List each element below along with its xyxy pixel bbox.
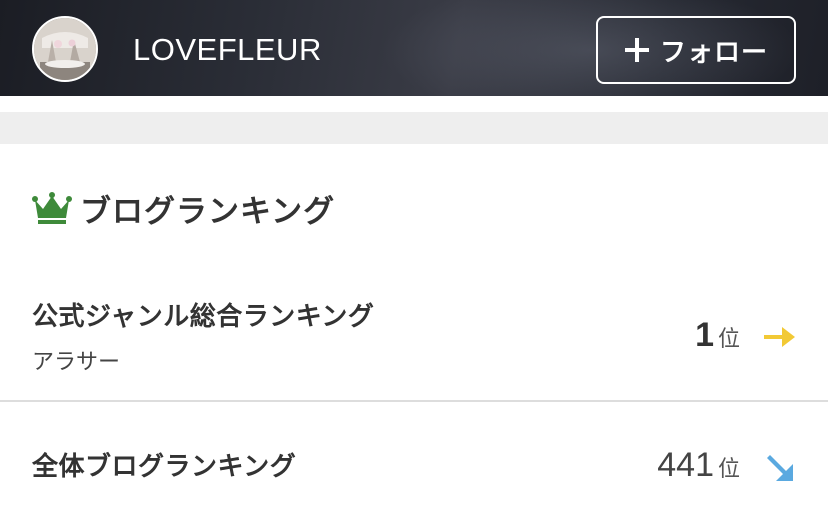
ranking-row-overall[interactable]: 全体ブログランキング 441 位 (0, 402, 828, 532)
ranking-row-genre[interactable]: 公式ジャンル総合ランキング アラサー 1 位 (0, 268, 828, 402)
rank-number: 441 (657, 446, 714, 484)
ranking-row-label: 公式ジャンル総合ランキング (32, 302, 375, 332)
arrow-down-right-icon (767, 455, 793, 481)
rank-number: 1 (695, 316, 714, 354)
section-divider (0, 112, 828, 144)
ranking-row-genre-name: アラサー (32, 350, 121, 375)
rank-value: 441 位 (657, 446, 740, 485)
blog-header: LOVEFLEUR フォロー (0, 0, 828, 96)
avatar-image (34, 18, 96, 80)
blog-title[interactable]: LOVEFLEUR (133, 30, 322, 70)
ranking-row-label: 全体ブログランキング (32, 452, 297, 482)
follow-button-label: フォロー (659, 37, 768, 68)
rank-unit: 位 (717, 457, 740, 482)
crown-icon (32, 192, 72, 224)
rank-value: 1 位 (695, 316, 740, 355)
plus-icon (624, 38, 649, 62)
ranking-section-header: ブログランキング (32, 186, 335, 230)
arrow-right-icon (764, 327, 795, 347)
ranking-section-title: ブログランキング (80, 193, 336, 230)
follow-button[interactable]: フォロー (596, 16, 796, 84)
profile-avatar[interactable] (32, 16, 98, 82)
rank-unit: 位 (717, 327, 740, 352)
